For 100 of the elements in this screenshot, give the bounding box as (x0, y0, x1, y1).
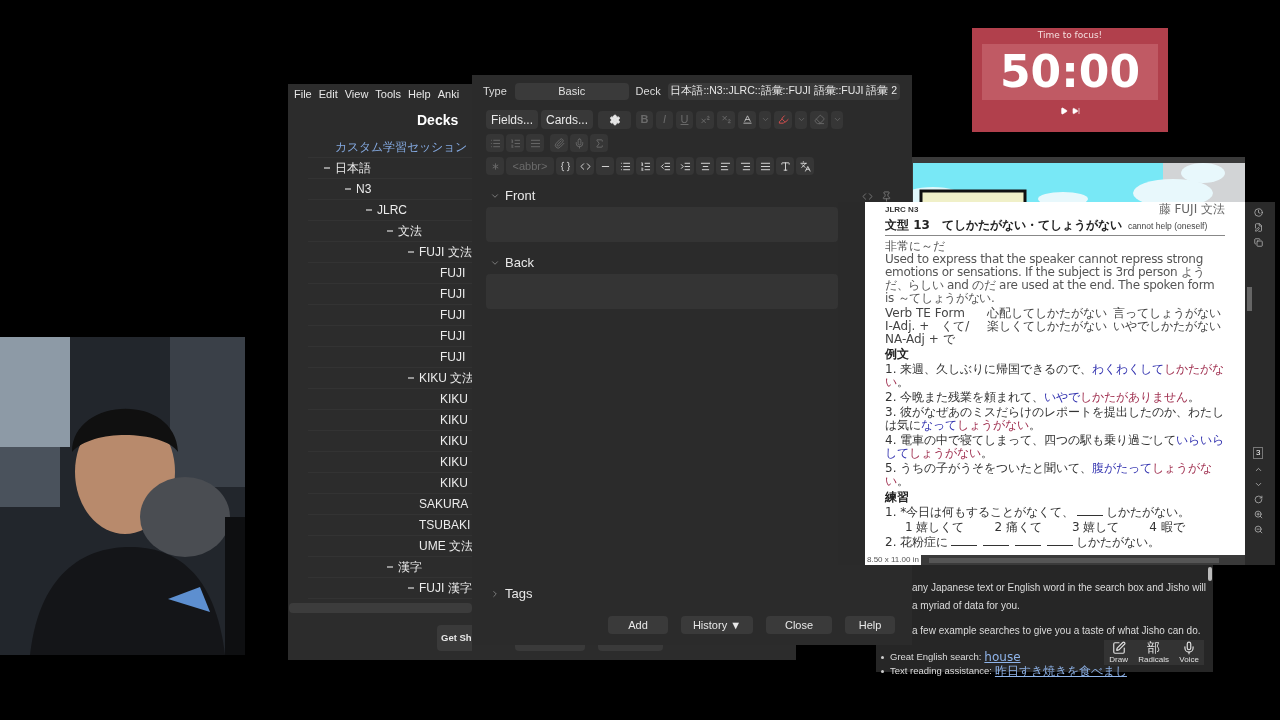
deck-name[interactable]: TSUBAKI (419, 516, 471, 534)
dialog-button[interactable]: Help (845, 616, 895, 634)
example-link[interactable]: 昨日すき焼きを食べまし (994, 664, 1127, 678)
numbered-list-icon[interactable] (636, 157, 654, 175)
edit-document-icon[interactable] (1253, 223, 1263, 232)
input-tool-button[interactable]: 部 Radicals (1138, 641, 1169, 664)
chevron-right-icon[interactable] (490, 589, 500, 599)
rotate-icon[interactable] (1253, 495, 1263, 504)
braces-icon[interactable] (556, 157, 574, 175)
menu-item[interactable]: Tools (373, 85, 404, 103)
align-justify-icon[interactable] (756, 157, 774, 175)
deck-name[interactable]: FUJI (440, 285, 466, 303)
example-sentence: 1. 来週、久しぶりに帰国できるので、わくわくして しかたがない。 (885, 363, 1225, 389)
menu-item[interactable]: Edit (316, 85, 340, 103)
deck-name[interactable]: FUJI (440, 327, 466, 345)
deck-name[interactable]: UME 文法 (419, 537, 473, 555)
scrollbar-thumb[interactable] (1207, 567, 1212, 581)
deck-name[interactable]: SAKURA (419, 495, 469, 513)
example-sentence: 3. 彼がなぜあのミスだらけのレポートを提出したのか、わたしは気になって しょうがない。 (885, 406, 1225, 432)
skip-icon[interactable] (1072, 107, 1080, 115)
deck-button[interactable]: 日本語::N3::JLRC::語彙::FUJI 語彙::FUJI 語彙 2 (667, 82, 900, 100)
next-page-icon[interactable] (1253, 480, 1263, 489)
chevron-down-icon[interactable] (490, 258, 500, 268)
scrollbar[interactable] (289, 603, 472, 613)
minus-icon[interactable] (324, 165, 330, 171)
deck-name[interactable]: JLRC (377, 201, 407, 219)
page-number[interactable]: 3 (1253, 447, 1264, 459)
highlighter-icon[interactable] (774, 110, 793, 129)
align-left-icon[interactable] (716, 157, 734, 175)
deck-name[interactable]: KIKU (440, 474, 468, 492)
text-color-icon[interactable] (738, 110, 757, 129)
answer-option: 3 嬉して (1071, 521, 1120, 534)
minus-icon[interactable] (387, 564, 393, 570)
dialog-button[interactable]: Close (766, 616, 832, 634)
table-cell-text: 楽しくてしかたがない (987, 320, 1108, 335)
example-sentence: 5. うちの子がうそをついたと聞いて、腹がたって しょうがない。 (885, 462, 1214, 488)
scrollbar-thumb[interactable] (1247, 287, 1252, 311)
table-cell-text: Verb TE Form (885, 307, 966, 320)
deck-name[interactable]: KIKU 文法 (419, 369, 475, 387)
minus-icon[interactable] (366, 207, 372, 213)
grammar-title: 文型 13 てしかたがない・てしょうがない (885, 218, 1122, 233)
deck-name[interactable]: FUJI 文法 (419, 243, 472, 261)
example-sentence: 4. 電車の中で寝てしまって、四つの駅も乗り過ごしていらいらして しょうがない。 (885, 434, 1225, 460)
deck-name[interactable]: KIKU (440, 390, 468, 408)
chevron-down-icon[interactable] (490, 191, 500, 201)
deck-name[interactable]: 日本語 (335, 159, 371, 177)
deck-name[interactable]: FUJI 漢字 (419, 579, 472, 597)
example-link[interactable]: house (984, 650, 1021, 664)
deck-name[interactable]: KIKU (440, 432, 468, 450)
play-icon[interactable] (1060, 107, 1068, 115)
input-tool-button[interactable]: Draw (1109, 641, 1128, 664)
pin-icon[interactable] (881, 190, 892, 202)
previous-page-icon[interactable] (1253, 465, 1263, 474)
clock-icon[interactable] (1253, 208, 1263, 217)
editor-button[interactable]: Cards... (541, 110, 594, 129)
note-type-button[interactable]: Basic (514, 82, 629, 100)
deck-name[interactable]: FUJI (440, 264, 466, 282)
minus-icon[interactable] (387, 228, 393, 234)
menu-item[interactable]: Help (406, 85, 433, 103)
page-header: 藤 FUJI 文法 (1158, 203, 1225, 216)
dialog-button[interactable]: History ▼ (681, 616, 753, 634)
menu-item[interactable]: Anki (435, 85, 462, 103)
exercise-sentence: 2. 花粉症に しかたがない。 (885, 536, 1162, 549)
deck-action-button[interactable]: Get Sh (437, 625, 472, 651)
deck-name[interactable]: 漢字 (398, 558, 422, 576)
zoom-in-icon[interactable] (1253, 510, 1263, 519)
intro-text: any Japanese text or English word in the search box and Jisho will (912, 581, 1207, 595)
deck-name[interactable]: KIKU (440, 411, 468, 429)
deck-name[interactable]: カスタム学習セッション (335, 138, 467, 156)
type-label: Type (483, 83, 507, 99)
zoom-out-icon[interactable] (1253, 525, 1263, 534)
grammar-gloss: cannot help (oneself) (1127, 220, 1208, 233)
minus-icon[interactable] (408, 249, 414, 255)
languages-icon[interactable] (796, 157, 814, 175)
bullet-icon (881, 669, 884, 673)
input-tool-button[interactable]: Voice (1179, 641, 1199, 664)
text-icon[interactable] (776, 157, 794, 175)
deck-name[interactable]: FUJI (440, 306, 466, 324)
settings-icon[interactable] (598, 110, 632, 129)
minus-icon[interactable] (408, 585, 414, 591)
editor-button[interactable]: Fields... (486, 110, 538, 129)
deck-name[interactable]: 文法 (398, 222, 422, 240)
deck-name[interactable]: N3 (356, 180, 372, 198)
minus-icon[interactable] (345, 186, 351, 192)
paperclip-icon[interactable] (550, 134, 568, 152)
menu-item[interactable]: File (292, 85, 314, 103)
dialog-button[interactable]: Add (608, 616, 668, 634)
page-size-label: 8.50 x 11.00 in (865, 555, 921, 565)
align-center-icon[interactable] (696, 157, 714, 175)
copy-icon[interactable] (1253, 238, 1263, 247)
minus-icon[interactable] (408, 375, 414, 381)
horizontal-scrollbar[interactable] (928, 557, 1219, 563)
indent-icon[interactable] (676, 157, 694, 175)
outdent-icon[interactable] (656, 157, 674, 175)
menu-item[interactable]: View (342, 85, 371, 103)
bullet-list-icon[interactable] (616, 157, 634, 175)
code-icon[interactable] (576, 157, 594, 175)
deck-name[interactable]: KIKU (440, 453, 468, 471)
align-right-icon[interactable] (736, 157, 754, 175)
deck-name[interactable]: FUJI (440, 348, 466, 366)
